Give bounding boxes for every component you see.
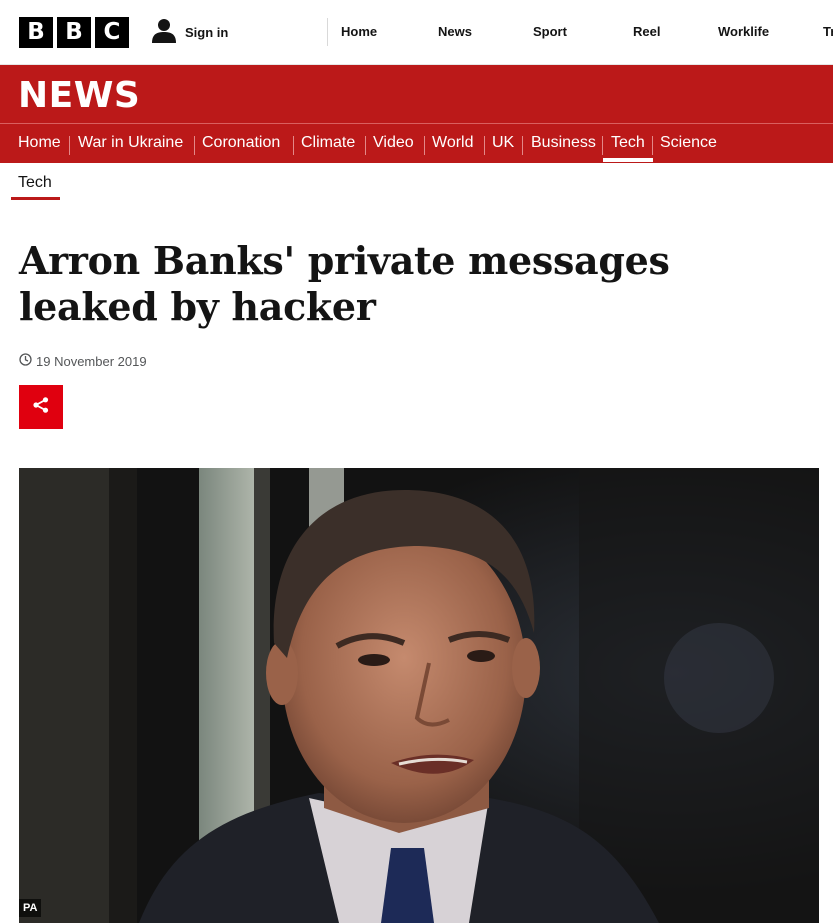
global-header: B B C Sign in Home News Sport Reel Workl… [0, 0, 833, 65]
section-nav-video[interactable]: Video [373, 134, 414, 152]
section-nav-science[interactable]: Science [660, 134, 717, 152]
sign-in-label: Sign in [185, 24, 229, 40]
section-nav-separator [652, 136, 653, 155]
section-nav-separator [484, 136, 485, 155]
user-icon [151, 17, 177, 48]
section-nav-separator [69, 136, 70, 155]
section-nav-separator [424, 136, 425, 155]
section-nav-climate[interactable]: Climate [301, 134, 355, 152]
global-nav-news[interactable]: News [438, 24, 472, 39]
section-nav-separator [365, 136, 366, 155]
article-date: 19 November 2019 [36, 353, 147, 369]
global-nav-home[interactable]: Home [341, 24, 377, 39]
section-nav-separator [602, 136, 603, 155]
sign-in-button[interactable]: Sign in [151, 17, 228, 47]
share-button[interactable] [19, 385, 63, 429]
section-nav-separator [194, 136, 195, 155]
section-nav-uk[interactable]: UK [492, 134, 514, 152]
global-nav-reel[interactable]: Reel [633, 24, 660, 39]
portrait-photo [19, 468, 819, 923]
news-masthead: NEWS Home War in Ukraine Coronation Clim… [0, 65, 833, 163]
image-credit: PA [19, 899, 42, 917]
global-nav-sport[interactable]: Sport [533, 24, 567, 39]
section-nav-active-indicator [603, 158, 653, 162]
section-nav-world[interactable]: World [432, 134, 474, 152]
section-nav-home[interactable]: Home [18, 134, 61, 152]
share-icon [32, 396, 50, 419]
section-nav-separator [293, 136, 294, 155]
bbc-logo-letter: C [95, 17, 129, 48]
header-divider [327, 18, 328, 46]
section-nav-tech[interactable]: Tech [611, 134, 645, 152]
section-nav-business[interactable]: Business [531, 134, 596, 152]
bbc-logo-letter: B [57, 17, 91, 48]
clock-icon [19, 353, 32, 369]
section-nav: Home War in Ukraine Coronation Climate V… [0, 124, 833, 163]
subnav-active-indicator [11, 197, 60, 200]
section-nav-separator [522, 136, 523, 155]
bbc-logo[interactable]: B B C [19, 17, 129, 48]
subnav-tech[interactable]: Tech [18, 174, 52, 192]
section-nav-coronation[interactable]: Coronation [202, 134, 280, 152]
global-nav-worklife[interactable]: Worklife [718, 24, 769, 39]
article-dateline: 19 November 2019 [19, 353, 147, 369]
global-nav-travel[interactable]: Tr [823, 24, 833, 39]
news-title[interactable]: NEWS [18, 75, 140, 116]
article-headline: Arron Banks' private messages leaked by … [19, 238, 670, 329]
section-nav-war-in-ukraine[interactable]: War in Ukraine [78, 134, 183, 152]
bbc-logo-letter: B [19, 17, 53, 48]
article-lead-image: PA [19, 468, 819, 923]
